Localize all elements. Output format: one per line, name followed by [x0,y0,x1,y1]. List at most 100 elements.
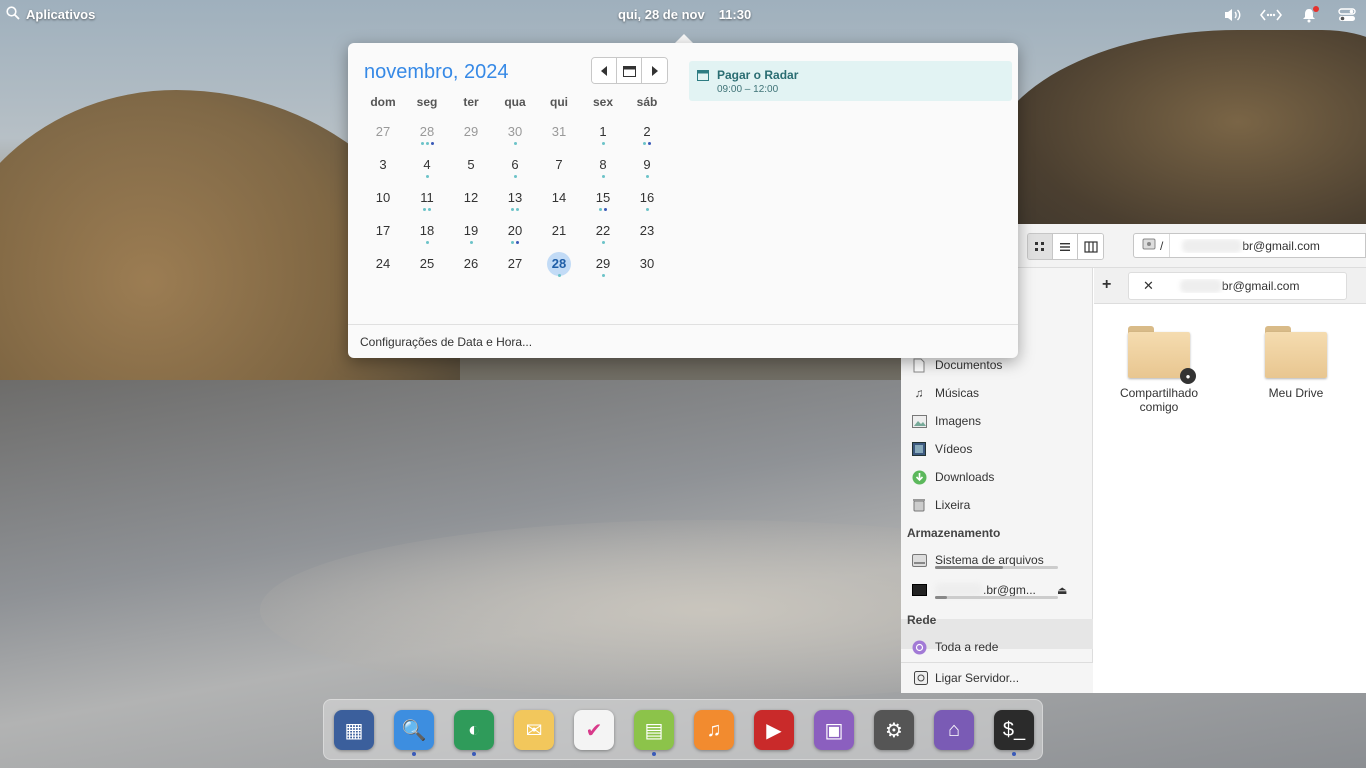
calendar-day[interactable]: 4 [405,148,449,181]
event-item[interactable]: Pagar o Radar 09:00 – 12:00 [689,61,1012,101]
calendar-day[interactable]: 11 [405,181,449,214]
grid-view-icon[interactable] [1028,234,1053,259]
sidebar-item-musicas[interactable]: ♫ Músicas [911,382,1086,404]
calendar-day-today[interactable]: 28 [537,247,581,280]
dock-videos-icon[interactable]: ▶ [754,710,794,750]
list-view-icon[interactable] [1053,234,1078,259]
top-panel: Aplicativos qui, 28 de nov 11:30 [0,0,1366,30]
calendar-day[interactable]: 9 [625,148,669,181]
dock-mail-icon[interactable]: ✉ [514,710,554,750]
calendar-day[interactable]: 26 [449,247,493,280]
event-dots [581,142,625,147]
calendar-day[interactable]: 31 [537,115,581,148]
dock-music-icon[interactable]: ♫ [694,710,734,750]
calendar-day[interactable]: 24 [361,247,405,280]
next-month-button[interactable] [642,58,667,83]
event-dots [581,175,625,180]
calendar-day[interactable]: 29 [449,115,493,148]
today-button[interactable] [617,58,642,83]
day-number: 25 [419,256,435,271]
sidebar-item-downloads[interactable]: Downloads [911,466,1086,488]
calendar-day[interactable]: 5 [449,148,493,181]
calendar-day[interactable]: 2 [625,115,669,148]
calendar-day[interactable]: 25 [405,247,449,280]
applications-menu-button[interactable]: Aplicativos [6,6,95,23]
path-root-segment[interactable]: / [1134,234,1171,257]
sidebar-item-label: Documentos [935,358,1003,372]
dock-tasks-icon[interactable]: ✔ [574,710,614,750]
calendar-day[interactable]: 27 [361,115,405,148]
connect-server-label: Ligar Servidor... [935,671,1020,685]
notifications-icon[interactable] [1298,5,1320,25]
volume-icon[interactable] [1222,5,1244,25]
calendar-day[interactable]: 6 [493,148,537,181]
calendar-day[interactable]: 17 [361,214,405,247]
calendar-day[interactable]: 19 [449,214,493,247]
calendar-day[interactable]: 15 [581,181,625,214]
folder-shared-with-me[interactable]: ● Compartilhado comigo [1104,326,1214,414]
connect-server-button[interactable]: Ligar Servidor... [913,667,1088,689]
new-tab-button[interactable]: + [1102,276,1111,294]
event-dot [601,142,605,145]
location-pathbar[interactable]: / xxxxxxxxxxbr@gmail.com [1133,233,1366,258]
day-number: 30 [507,124,523,139]
calendar-day[interactable]: 21 [537,214,581,247]
eject-icon[interactable]: ⏏ [1057,584,1067,597]
calendar-day[interactable]: 10 [361,181,405,214]
drive-label: .br@gm... [983,583,1036,597]
dock-terminal-icon[interactable]: $_ [994,710,1034,750]
calendar-day[interactable]: 16 [625,181,669,214]
running-indicator [1012,752,1016,756]
tab-google-drive[interactable]: ✕ xxxxxxxbr@gmail.com [1128,272,1347,300]
event-dots [625,175,669,180]
calendar-day[interactable]: 28 [405,115,449,148]
calendar-day[interactable]: 8 [581,148,625,181]
datetime-settings-link[interactable]: Configurações de Data e Hora... [360,335,532,349]
calendar-day[interactable]: 20 [493,214,537,247]
settings-toggle-icon[interactable] [1336,5,1358,25]
close-tab-icon[interactable]: ✕ [1129,278,1168,294]
dock-web-browser-icon[interactable]: ◐ [454,710,494,750]
sidebar-item-imagens[interactable]: Imagens [911,410,1086,432]
calendar-day[interactable]: 13 [493,181,537,214]
path-account-segment[interactable]: xxxxxxxxxxbr@gmail.com [1170,238,1320,253]
day-number: 28 [419,124,435,139]
folder-icon [1265,326,1327,378]
dock-multitasking-view-icon[interactable]: ▦ [334,710,374,750]
time-label: 11:30 [718,7,752,22]
dock-files-icon[interactable]: 🔍 [394,710,434,750]
folder-icon: ● [1128,326,1196,384]
calendar-day[interactable]: 3 [361,148,405,181]
calendar-day[interactable]: 22 [581,214,625,247]
day-number: 15 [595,190,611,205]
calendar-day[interactable]: 27 [493,247,537,280]
column-view-icon[interactable] [1078,234,1103,259]
calendar-day[interactable]: 14 [537,181,581,214]
day-number: 11 [420,190,434,205]
network-icon[interactable] [1260,5,1282,25]
sidebar-item-lixeira[interactable]: Lixeira [911,494,1086,516]
dock-calendar-icon[interactable]: ▤ [634,710,674,750]
sidebar-item-videos[interactable]: Vídeos [911,438,1086,460]
folder-label: Compartilhado comigo [1119,386,1199,414]
calendar-day[interactable]: 1 [581,115,625,148]
dock-app-center-icon[interactable]: ⌂ [934,710,974,750]
monitor-icon [911,582,927,598]
date-label: qui, 28 de nov [618,7,705,22]
calendar-day[interactable]: 18 [405,214,449,247]
datetime-indicator[interactable]: qui, 28 de nov 11:30 [618,7,751,22]
dock-photos-icon[interactable]: ▣ [814,710,854,750]
day-number: 16 [639,190,655,205]
sidebar-item-network[interactable]: Toda a rede [911,636,1086,658]
dock-system-settings-icon[interactable]: ⚙ [874,710,914,750]
folder-my-drive[interactable]: Meu Drive [1241,326,1351,400]
calendar-day[interactable]: 29 [581,247,625,280]
calendar-day[interactable]: 23 [625,214,669,247]
tab-label: br@gmail.com [1221,279,1300,293]
search-icon [6,6,20,23]
calendar-day[interactable]: 30 [493,115,537,148]
calendar-day[interactable]: 30 [625,247,669,280]
calendar-day[interactable]: 12 [449,181,493,214]
previous-month-button[interactable] [592,58,617,83]
calendar-day[interactable]: 7 [537,148,581,181]
